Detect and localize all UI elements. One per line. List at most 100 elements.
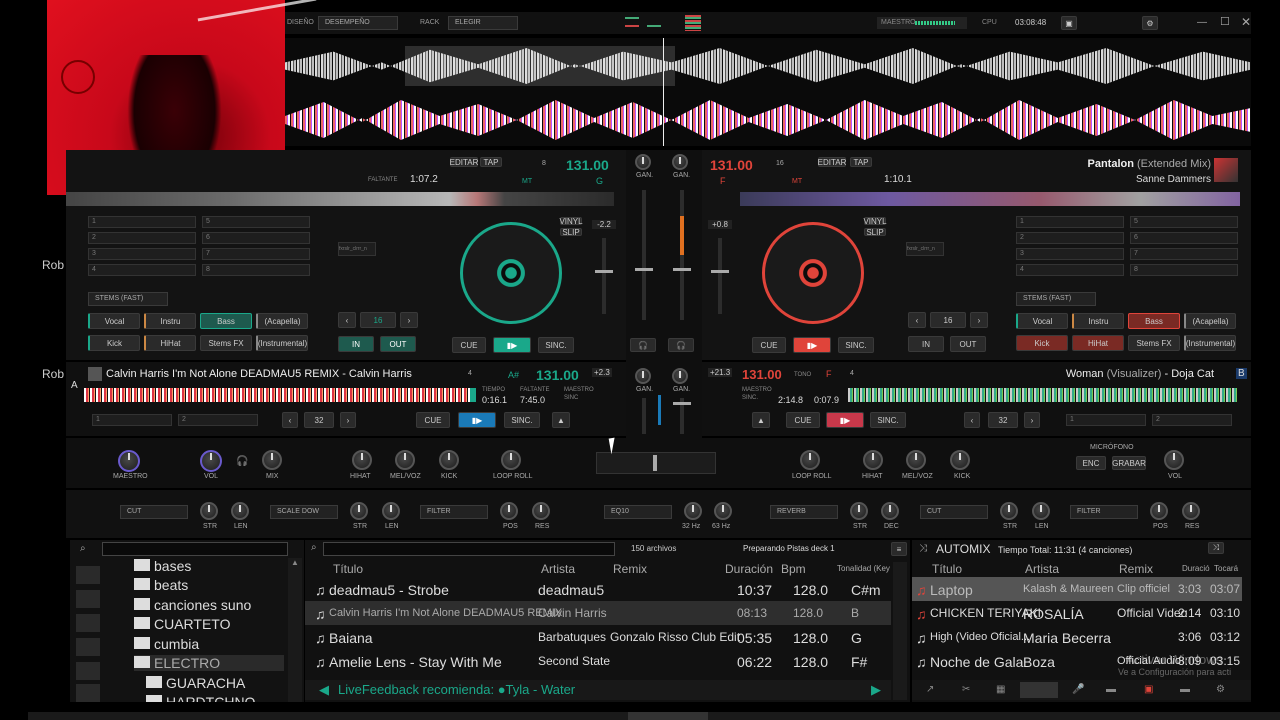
col-title[interactable]: Título xyxy=(333,562,363,576)
deck1-mini-waveform[interactable] xyxy=(66,192,614,206)
waveform-overview-top[interactable] xyxy=(285,38,1251,94)
deck1-hihat-knob[interactable] xyxy=(352,450,372,470)
fx5-dropdown[interactable]: CUT xyxy=(920,505,988,519)
mic-icon[interactable]: 🎤 xyxy=(1072,684,1084,695)
eq-dropdown[interactable]: EQ10 xyxy=(604,505,672,519)
deck1-slip-button[interactable]: SLIP xyxy=(560,228,582,237)
browser-search-input[interactable] xyxy=(323,542,615,556)
stem-instru-button[interactable]: Instru xyxy=(1072,313,1124,329)
toolbar-icon[interactable]: ↗ xyxy=(926,684,934,695)
deckB-cue-button[interactable]: CUE xyxy=(786,412,820,428)
deckB-play-button[interactable]: ▮▶ xyxy=(826,412,864,428)
bottom-scroll-thumb[interactable] xyxy=(628,712,708,720)
stem-kick-button[interactable]: Kick xyxy=(1016,335,1068,351)
hotcue-slot[interactable]: 7 xyxy=(202,248,310,260)
sidebar-tool-icon[interactable] xyxy=(76,614,100,632)
browser-menu-icon[interactable]: ≡ xyxy=(891,542,907,556)
sidebar-tool-icon[interactable] xyxy=(76,590,100,608)
fx4-dec-knob[interactable] xyxy=(881,502,899,520)
stem-acapella-button[interactable]: (Acapella) xyxy=(1184,313,1236,329)
fx1-dropdown[interactable]: CUT xyxy=(120,505,188,519)
hotcue-slot[interactable]: 6 xyxy=(202,232,310,244)
fx5-str-knob[interactable] xyxy=(1000,502,1018,520)
col-duration[interactable]: Duración xyxy=(725,562,773,576)
deckA-gain-knob[interactable] xyxy=(635,368,651,384)
automix-options-icon[interactable]: ⤨ xyxy=(1208,542,1224,554)
deck2-kick-knob[interactable] xyxy=(950,450,970,470)
deckB-gain-knob[interactable] xyxy=(672,368,688,384)
fx2-dropdown[interactable]: SCALE DOW xyxy=(270,505,338,519)
toolbar-icon[interactable]: ▦ xyxy=(996,684,1005,695)
deckA-cue-button[interactable]: CUE xyxy=(416,412,450,428)
col-key[interactable]: Tonalidad (Key xyxy=(837,564,890,573)
minimize-icon[interactable]: — xyxy=(1197,17,1207,28)
loop-prev-button[interactable]: ‹ xyxy=(908,312,926,328)
deckB-loop-size[interactable]: 32 xyxy=(988,412,1018,428)
sidebar-search-icon[interactable]: ⌕ xyxy=(80,543,86,554)
eq-63hz-knob[interactable] xyxy=(714,502,732,520)
deckA-slot-2[interactable]: 2 xyxy=(178,414,258,426)
deck2-slip-button[interactable]: SLIP xyxy=(864,228,886,237)
automix-row-playing[interactable]: ♫ Laptop Kalash & Maureen Clip officiel … xyxy=(912,577,1242,601)
stem-acapella-button[interactable]: (Acapella) xyxy=(256,313,308,329)
fx3-dropdown[interactable]: FILTER xyxy=(420,505,488,519)
deckA-play-button[interactable]: ▮▶ xyxy=(458,412,496,428)
deck2-sampler-slot[interactable]: fxrslr_clrrr_n xyxy=(906,242,944,256)
media-icon[interactable]: ▣ xyxy=(1144,684,1153,695)
loop-prev-button[interactable]: ‹ xyxy=(282,412,298,428)
deck2-pitch-fader[interactable] xyxy=(718,238,722,314)
folder-icon[interactable]: ▬ xyxy=(1106,684,1116,695)
fx4-dropdown[interactable]: REVERB xyxy=(770,505,838,519)
deck2-mini-waveform[interactable] xyxy=(740,192,1240,206)
deck1-volume-handle[interactable] xyxy=(635,268,653,271)
hotcue-slot[interactable]: 3 xyxy=(1016,248,1124,260)
fx2-str-knob[interactable] xyxy=(350,502,368,520)
table-row-selected[interactable]: ♫ Calvin Harris I'm Not Alone DEADMAU5 R… xyxy=(305,601,891,625)
deck2-volume-fader[interactable] xyxy=(680,190,684,320)
deck2-loop-in-button[interactable]: IN xyxy=(908,336,944,352)
fx6-pos-knob[interactable] xyxy=(1150,502,1168,520)
record-icon[interactable]: ▣ xyxy=(1061,16,1077,30)
fx4-str-knob[interactable] xyxy=(850,502,868,520)
deck2-loop-size[interactable]: 16 xyxy=(930,312,966,328)
crossfader-handle[interactable] xyxy=(653,455,657,471)
eq-32hz-knob[interactable] xyxy=(684,502,702,520)
hotcue-slot[interactable]: 8 xyxy=(1130,264,1238,276)
table-row[interactable]: ♫ Baiana Barbatuques Gonzalo Risso Club … xyxy=(305,625,891,649)
deck1-edit-button[interactable]: EDITAR xyxy=(450,157,478,167)
deckB-slot-1[interactable]: 1 xyxy=(1066,414,1146,426)
hotcue-slot[interactable]: 5 xyxy=(202,216,310,228)
deck2-sync-button[interactable]: SINC. xyxy=(838,337,874,353)
settings-icon[interactable]: ⚙ xyxy=(1142,16,1158,30)
loop-next-button[interactable]: › xyxy=(400,312,418,328)
fx1-len-knob[interactable] xyxy=(231,502,249,520)
stem-vocal-button[interactable]: Vocal xyxy=(1016,313,1068,329)
stem-bass-button[interactable]: Bass xyxy=(1128,313,1180,329)
hotcue-slot[interactable]: 1 xyxy=(1016,216,1124,228)
sidebar-tool-icon[interactable] xyxy=(76,684,100,702)
fx3-pos-knob[interactable] xyxy=(500,502,518,520)
fx6-res-knob[interactable] xyxy=(1182,502,1200,520)
deckB-eject-button[interactable]: ▲ xyxy=(752,412,770,428)
bottom-scrollbar[interactable] xyxy=(28,712,1280,720)
stem-fx-button[interactable]: Stems FX xyxy=(200,335,252,351)
stem-instru-button[interactable]: Instru xyxy=(144,313,196,329)
mixer-layout-icon[interactable] xyxy=(647,17,661,27)
fx5-len-knob[interactable] xyxy=(1032,502,1050,520)
deck1-kick-knob[interactable] xyxy=(439,450,459,470)
mix-knob[interactable] xyxy=(262,450,282,470)
col-title[interactable]: Título xyxy=(932,562,962,576)
stem-instrumental-button[interactable]: (Instrumental) xyxy=(1184,335,1236,351)
deckA-slot-1[interactable]: 1 xyxy=(92,414,172,426)
deck1-vinyl-button[interactable]: VINYL xyxy=(559,217,582,226)
deck1-loop-roll-knob[interactable] xyxy=(501,450,521,470)
toolbar-icon-active[interactable] xyxy=(1020,682,1058,698)
recommend-next-icon[interactable]: ▶ xyxy=(871,682,881,698)
col-duration[interactable]: Duració xyxy=(1182,564,1210,573)
stem-hihat-button[interactable]: HiHat xyxy=(1072,335,1124,351)
browser-layout-icon[interactable] xyxy=(685,15,701,31)
hotcue-slot[interactable]: 2 xyxy=(1016,232,1124,244)
browser-scrollbar[interactable] xyxy=(893,562,907,700)
deck1-headphone-button[interactable]: 🎧 xyxy=(630,338,656,352)
deck2-edit-button[interactable]: EDITAR xyxy=(818,157,846,167)
